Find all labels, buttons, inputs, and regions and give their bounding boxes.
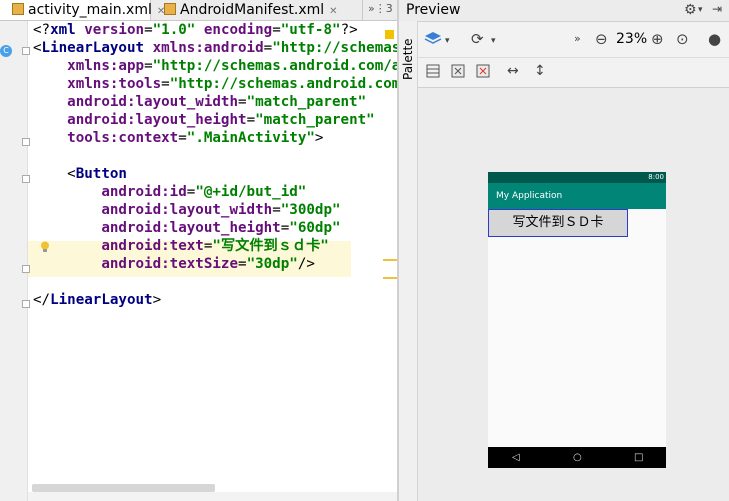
warning-stripe[interactable]: [383, 277, 397, 279]
chevron-down-icon[interactable]: ▾: [445, 33, 450, 49]
zoom-level: 23%: [616, 31, 648, 47]
palette-tab[interactable]: Palette: [401, 38, 415, 80]
clear-icon[interactable]: [476, 64, 490, 78]
palette-strip[interactable]: [399, 21, 418, 501]
tab-activity-main[interactable]: activity_main.xml ✕: [0, 0, 165, 20]
code-line[interactable]: android:layout_height="60dp": [33, 219, 340, 237]
class-badge-icon[interactable]: C: [0, 45, 12, 57]
fold-marker[interactable]: [22, 175, 30, 183]
fold-marker[interactable]: [22, 265, 30, 273]
zoom-out-icon[interactable]: ⊖: [595, 31, 608, 47]
code-line[interactable]: android:textSize="30dp"/>: [33, 255, 315, 273]
code-line[interactable]: android:text="写文件到ｓｄ卡": [33, 237, 328, 255]
error-icon[interactable]: ●: [708, 31, 721, 47]
xml-file-icon: [12, 3, 24, 15]
warning-marker[interactable]: [385, 30, 394, 39]
app-title: My Application: [496, 191, 563, 201]
fold-marker[interactable]: [22, 300, 30, 308]
rotate-icon[interactable]: ⟳: [471, 31, 484, 47]
remove-constraints-icon[interactable]: [451, 64, 465, 78]
zoom-in-icon[interactable]: ⊕: [651, 31, 664, 47]
code-line[interactable]: <Button: [33, 165, 127, 183]
expand-vertical-icon[interactable]: ↕: [534, 63, 546, 79]
warning-stripe[interactable]: [383, 259, 397, 261]
recents-icon[interactable]: □: [634, 447, 643, 468]
status-bar: 8:00: [488, 172, 666, 183]
zoom-fit-icon[interactable]: ⊙: [676, 31, 689, 47]
code-editor[interactable]: <?xml version="1.0" encoding="utf-8"?> <L…: [28, 21, 397, 501]
chevron-down-icon[interactable]: ▾: [698, 2, 703, 18]
editor-scroll-track: [28, 492, 397, 501]
code-line[interactable]: tools:context=".MainActivity">: [33, 129, 323, 147]
code-line[interactable]: xmlns:app="http://schemas.android.com/ap…: [33, 57, 397, 75]
tab-overflow-button[interactable]: »⋮3: [368, 2, 397, 15]
code-line[interactable]: android:layout_width="match_parent": [33, 93, 366, 111]
tab-label: AndroidManifest.xml: [180, 2, 325, 18]
code-line[interactable]: <LinearLayout xmlns:android="http://sche…: [33, 39, 397, 57]
hide-panel-icon[interactable]: ⇥: [712, 1, 722, 17]
manifest-file-icon: [164, 3, 176, 15]
code-line[interactable]: android:layout_height="match_parent": [33, 111, 375, 129]
status-time: 8:00: [648, 173, 664, 181]
layers-icon[interactable]: [424, 31, 442, 47]
lightbulb-icon[interactable]: [40, 241, 50, 253]
editor-gutter: [0, 21, 27, 501]
code-line[interactable]: <?xml version="1.0" encoding="utf-8"?>: [33, 21, 358, 39]
gear-icon[interactable]: ⚙: [684, 2, 697, 18]
tab-android-manifest[interactable]: AndroidManifest.xml ✕: [152, 0, 363, 20]
home-icon[interactable]: ○: [573, 447, 582, 468]
code-line[interactable]: android:id="@+id/but_id": [33, 183, 306, 201]
expand-horizontal-icon[interactable]: ↔: [507, 63, 519, 79]
code-line[interactable]: </LinearLayout>: [33, 291, 161, 309]
preview-button[interactable]: 写文件到ＳＤ卡: [488, 209, 628, 237]
chevron-down-icon[interactable]: ▾: [491, 33, 496, 49]
overflow-chevron-icon[interactable]: »: [574, 31, 581, 47]
fold-marker[interactable]: [22, 47, 30, 55]
close-icon[interactable]: ✕: [329, 6, 337, 17]
editor-tab-bar: activity_main.xml ✕ AndroidManifest.xml ✕ …: [0, 0, 397, 21]
horizontal-scrollbar[interactable]: [32, 484, 215, 492]
fold-marker[interactable]: [22, 138, 30, 146]
back-icon[interactable]: ◁: [512, 447, 520, 468]
code-line[interactable]: xmlns:tools="http://schemas.android.com/…: [33, 75, 397, 93]
code-line[interactable]: android:layout_width="300dp": [33, 201, 340, 219]
preview-title: Preview: [406, 2, 461, 18]
tab-label: activity_main.xml: [28, 2, 152, 18]
orientation-icon[interactable]: [426, 64, 440, 78]
